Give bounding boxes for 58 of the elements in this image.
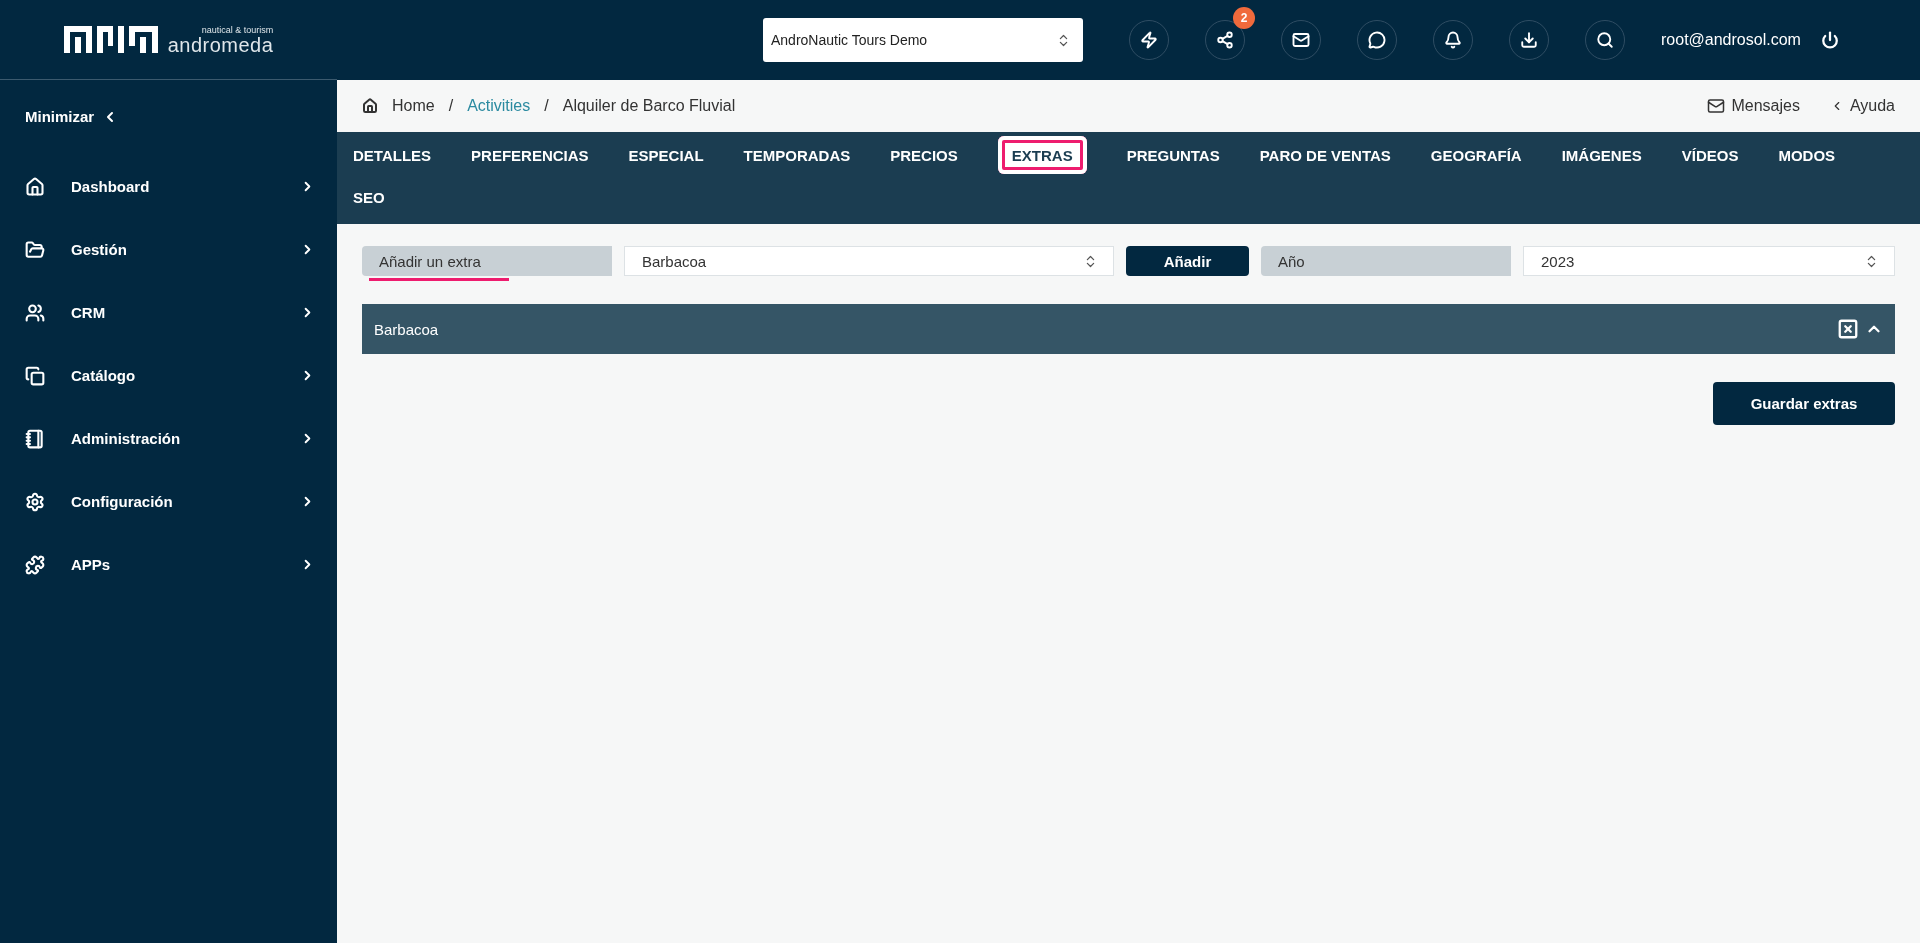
year-select[interactable]: 2023 (1523, 246, 1895, 276)
users-icon (25, 302, 45, 323)
close-icon[interactable] (1837, 318, 1859, 340)
sidebar-item[interactable]: Configuración (0, 470, 337, 533)
tab[interactable]: PRECIOS (890, 136, 958, 174)
breadcrumb-separator: / (544, 97, 549, 115)
logo-icon (63, 26, 158, 53)
tab[interactable]: GEOGRAFÍA (1430, 136, 1522, 174)
notification-badge: 2 (1233, 7, 1255, 29)
tab[interactable]: SEO (353, 178, 385, 216)
mail-icon (1707, 97, 1726, 115)
header-link[interactable]: Ayuda (1829, 97, 1895, 115)
sidebar-item[interactable]: Gestión (0, 218, 337, 281)
extra-panel-header[interactable]: Barbacoa (362, 304, 1895, 354)
sidebar-item[interactable]: APPs (0, 533, 337, 596)
tab[interactable]: TEMPORADAS (743, 136, 851, 174)
puzzle-icon (25, 554, 45, 575)
search-icon (1596, 31, 1614, 49)
lightning-icon (1140, 31, 1158, 49)
add-button[interactable]: Añadir (1126, 246, 1249, 276)
home-icon (25, 176, 45, 197)
home-icon (362, 98, 378, 114)
user-email[interactable]: root@androsol.com (1661, 31, 1801, 49)
notebook-icon (25, 428, 45, 449)
company-select[interactable]: AndroNautic Tours Demo (763, 18, 1083, 62)
year-label: Año (1261, 246, 1511, 276)
folder-icon (25, 239, 45, 260)
save-extras-button[interactable]: Guardar extras (1713, 382, 1895, 425)
tab[interactable]: PREFERENCIAS (471, 136, 589, 174)
extra-title: Barbacoa (374, 320, 439, 338)
header-link[interactable]: Mensajes (1707, 97, 1800, 115)
tab[interactable]: PARO DE VENTAS (1259, 136, 1391, 174)
logo-name: andromeda (167, 34, 274, 55)
chat-icon (1368, 31, 1386, 49)
breadcrumb-link[interactable]: Activities (467, 97, 531, 115)
extra-select[interactable]: Barbacoa (624, 246, 1114, 276)
tab[interactable]: ESPECIAL (628, 136, 704, 174)
bell-icon (1444, 31, 1462, 49)
cards-icon (25, 365, 45, 386)
sidebar-item[interactable]: Catálogo (0, 344, 337, 407)
mail-icon (1292, 31, 1310, 49)
logo-tagline: nautical & tourism (201, 24, 274, 35)
power-icon[interactable] (1820, 31, 1839, 49)
tab[interactable]: DETALLES (353, 136, 432, 174)
tab[interactable]: VÍDEOS (1681, 136, 1739, 174)
gear-icon (25, 491, 45, 512)
tab[interactable]: PREGUNTAS (1126, 136, 1220, 174)
tab[interactable]: MODOS (1778, 136, 1836, 174)
minimize-toggle[interactable]: Minimizar (0, 80, 337, 155)
tab[interactable]: IMÁGENES (1561, 136, 1642, 174)
sidebar-item[interactable]: Dashboard (0, 155, 337, 218)
breadcrumb-link[interactable]: Home (392, 97, 435, 115)
sidebar-item[interactable]: Administración (0, 407, 337, 470)
download-icon (1520, 31, 1538, 49)
sidebar-item[interactable]: CRM (0, 281, 337, 344)
tab[interactable]: EXTRAS (997, 136, 1087, 174)
network-icon (1216, 31, 1234, 49)
breadcrumb-separator: / (448, 97, 454, 115)
